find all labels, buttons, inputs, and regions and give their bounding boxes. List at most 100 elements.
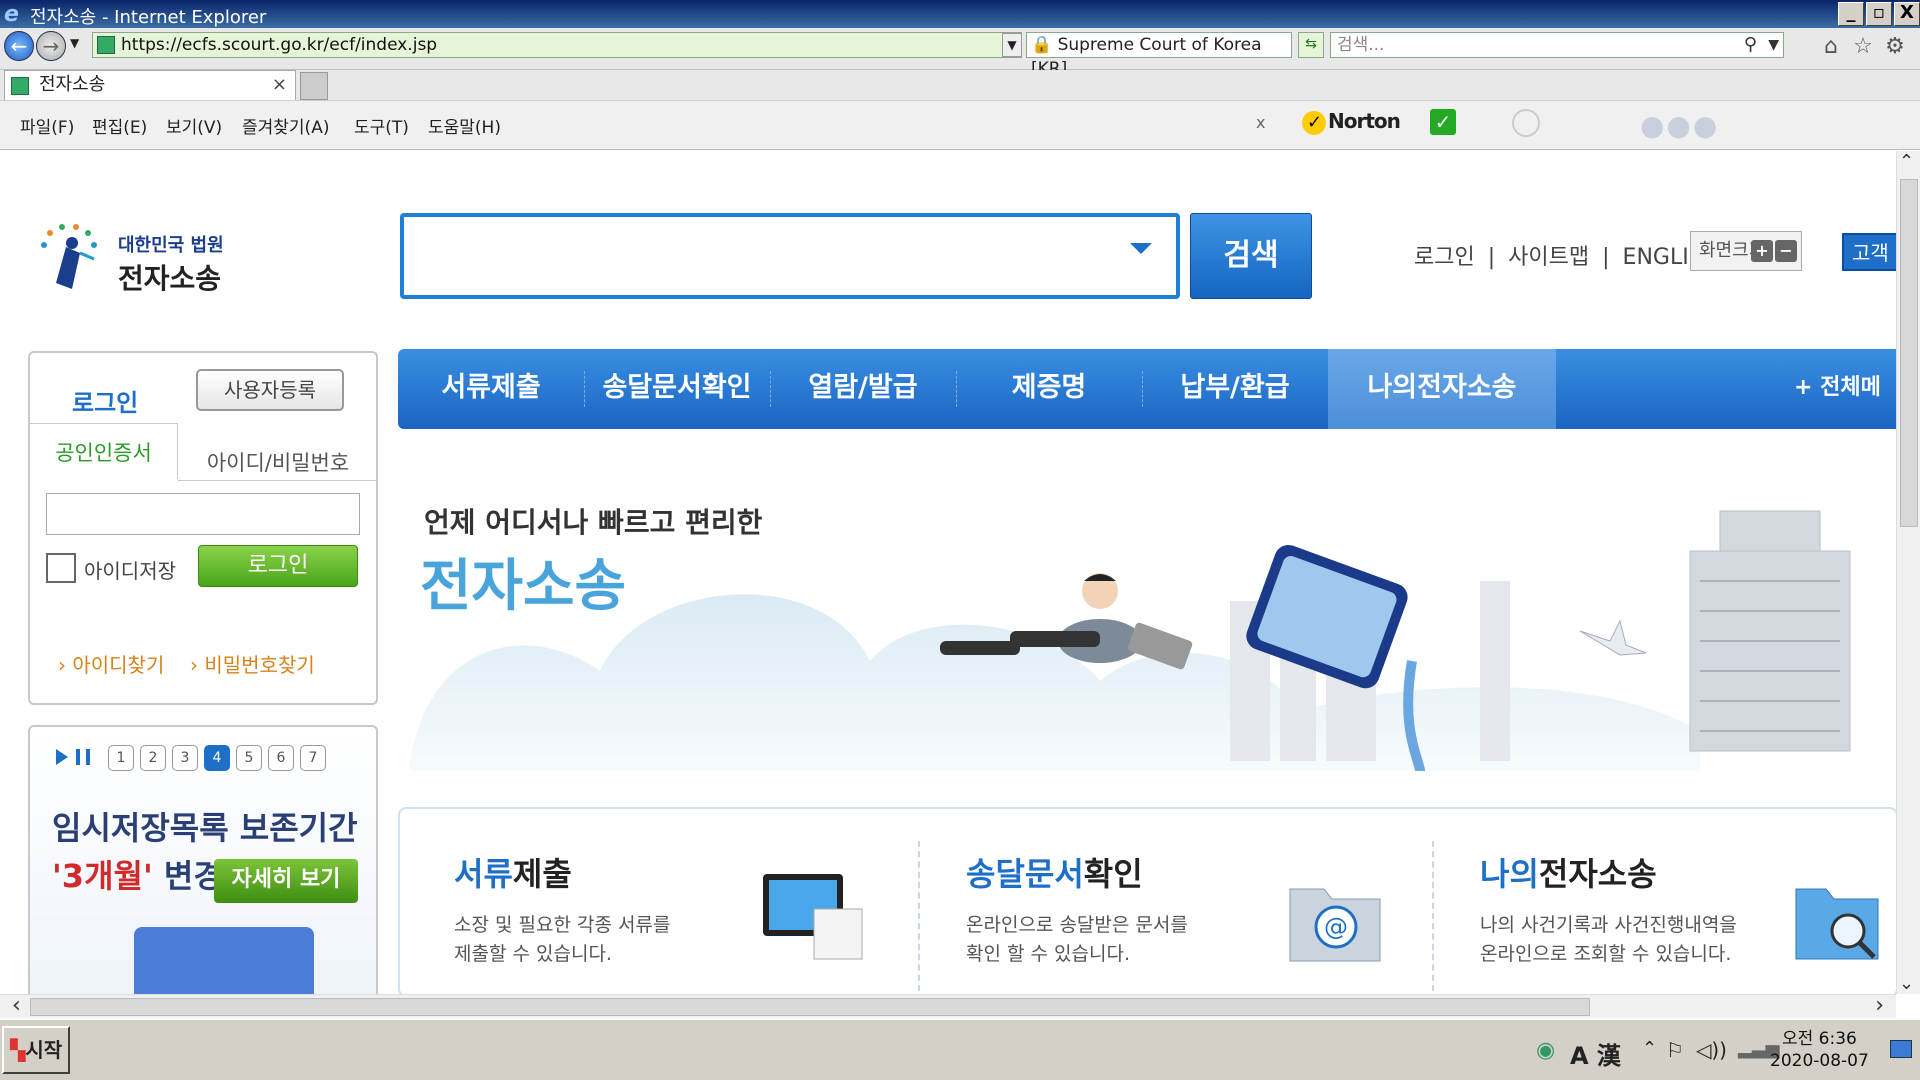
notice-highlight: '3개월': [52, 857, 153, 895]
login-button[interactable]: 로그인: [198, 545, 358, 587]
tab-close-icon[interactable]: ×: [272, 71, 287, 99]
search-button[interactable]: 검색: [1190, 213, 1312, 299]
card-separator: [918, 841, 920, 991]
more-options-icon[interactable]: ●●●: [1640, 109, 1719, 142]
scroll-up-icon[interactable]: ⌃: [1899, 151, 1914, 172]
scroll-down-icon[interactable]: ⌄: [1899, 973, 1914, 994]
service-cards: 서류제출 소장 및 필요한 각종 서류를 제출할 수 있습니다. 송달문서확인 …: [398, 807, 1896, 994]
flag-icon[interactable]: ⚐: [1666, 1038, 1684, 1062]
volume-icon[interactable]: ◁)): [1696, 1038, 1727, 1062]
new-tab-button[interactable]: [300, 72, 328, 100]
login-link[interactable]: 로그인: [1414, 245, 1475, 270]
search-dropdown-icon[interactable]: [1130, 243, 1152, 254]
refresh-icon[interactable]: ⇆: [1298, 32, 1324, 58]
notice-page[interactable]: 6: [268, 745, 294, 771]
menu-tools[interactable]: 도구(T): [354, 113, 409, 138]
browser-search-placeholder: 검색...: [1337, 35, 1385, 55]
card-title[interactable]: 나의전자소송: [1480, 849, 1657, 895]
security-certificate[interactable]: 🔒 Supreme Court of Korea [KR]: [1026, 32, 1292, 79]
card-title[interactable]: 송달문서확인: [966, 849, 1143, 895]
clock[interactable]: 오전 6:36 2020-08-07: [1770, 1028, 1869, 1072]
network-globe-icon[interactable]: ◉: [1536, 1038, 1555, 1063]
notice-illustration: [134, 927, 314, 994]
menu-favorites[interactable]: 즐겨찾기(A): [242, 113, 329, 138]
url-dropdown-icon[interactable]: ▼: [1002, 33, 1022, 57]
tab-id-password[interactable]: 아이디/비밀번호: [178, 449, 378, 481]
norton-toolbar[interactable]: ✓ Norton: [1302, 109, 1401, 135]
scroll-left-icon[interactable]: ‹: [12, 993, 21, 1018]
url-text: https://ecfs.scourt.go.kr/ecf/index.jsp: [121, 35, 438, 55]
tab-label: 전자소송: [39, 74, 106, 95]
card-title[interactable]: 서류제출: [454, 849, 572, 895]
url-input[interactable]: https://ecfs.scourt.go.kr/ecf/index.jsp: [92, 32, 1022, 58]
signup-button[interactable]: 사용자등록: [196, 369, 344, 411]
save-id-checkbox[interactable]: [46, 553, 76, 583]
pause-icon[interactable]: [76, 749, 90, 765]
nav-my-ecourt[interactable]: 나의전자소송: [1328, 349, 1556, 429]
restore-button[interactable]: ▫: [1866, 2, 1892, 26]
nav-delivery-check[interactable]: 송달문서확인: [584, 349, 770, 429]
vertical-scrollbar[interactable]: ⌃ ⌄: [1896, 151, 1920, 994]
safe-check-icon[interactable]: ✓: [1430, 109, 1456, 135]
find-id-link[interactable]: › 아이디찾기: [58, 649, 164, 678]
notice-page[interactable]: 5: [236, 745, 262, 771]
tab-certificate[interactable]: 공인인증서: [30, 423, 178, 479]
minimize-button[interactable]: _: [1838, 2, 1864, 26]
certificate-input[interactable]: [46, 493, 360, 535]
hero-banner: 언제 어디서나 빠르고 편리한 전자소송: [400, 431, 1896, 771]
card-title-rest: 전자소송: [1538, 855, 1657, 893]
notice-page[interactable]: 3: [172, 745, 198, 771]
horizontal-scroll-thumb[interactable]: [30, 998, 1590, 1016]
notice-page-active[interactable]: 4: [204, 745, 230, 771]
customer-center-button[interactable]: 고객지: [1842, 233, 1896, 301]
history-dropdown-icon[interactable]: ▼: [70, 36, 79, 50]
scroll-right-icon[interactable]: ›: [1875, 993, 1884, 1018]
forward-button[interactable]: →: [36, 31, 66, 61]
court-logo[interactable]: 대한민국 법원 전자소송: [36, 223, 246, 303]
windows-logo-icon: ▚: [10, 1038, 26, 1062]
identity-safe-icon[interactable]: [1512, 109, 1540, 137]
link-divider: |: [1487, 245, 1496, 270]
notice-banner: 1 2 3 4 5 6 7 임시저장목록 보존기간 '3개월' 변경 자세히 보…: [28, 725, 378, 994]
nav-all-menu[interactable]: + 전체메뉴: [1794, 349, 1896, 478]
browser-tab[interactable]: 전자소송 ×: [4, 70, 296, 100]
start-button[interactable]: ▚시작: [2, 1026, 70, 1074]
notice-more-button[interactable]: 자세히 보기: [214, 859, 358, 903]
search-dropdown-icon[interactable]: ▼: [1768, 33, 1779, 57]
close-button[interactable]: X: [1894, 2, 1920, 26]
card-title-highlight: 서류: [454, 855, 513, 893]
show-desktop-icon[interactable]: [1890, 1040, 1912, 1058]
zoom-control: 화면크기 + −: [1690, 231, 1802, 271]
gear-icon[interactable]: ⚙: [1882, 34, 1908, 60]
notice-page[interactable]: 2: [140, 745, 166, 771]
norton-toolbar-close[interactable]: x: [1256, 113, 1265, 132]
browser-search-input[interactable]: 검색... ⚲ ▼: [1330, 32, 1784, 58]
notice-page[interactable]: 1: [108, 745, 134, 771]
nav-certificates[interactable]: 제증명: [956, 349, 1142, 429]
site-search-input[interactable]: [400, 213, 1180, 299]
tray-expand-icon[interactable]: ⌃: [1642, 1038, 1657, 1059]
nav-document-submit[interactable]: 서류제출: [398, 349, 584, 429]
nav-payment-refund[interactable]: 납부/환급: [1142, 349, 1328, 429]
horizontal-scrollbar[interactable]: ‹ ›: [0, 993, 1896, 1018]
menu-file[interactable]: 파일(F): [20, 113, 74, 138]
sitemap-link[interactable]: 사이트맵: [1508, 245, 1589, 270]
find-password-link[interactable]: › 비밀번호찾기: [190, 649, 315, 678]
lock-icon: 🔒: [1031, 35, 1053, 55]
menu-help[interactable]: 도움말(H): [428, 113, 501, 138]
home-icon[interactable]: ⌂: [1818, 34, 1844, 60]
notice-page[interactable]: 7: [300, 745, 326, 771]
login-panel: 로그인 사용자등록 공인인증서 아이디/비밀번호 아이디저장 로그인 › 아이디…: [28, 351, 378, 705]
zoom-in-button[interactable]: +: [1751, 240, 1773, 262]
search-icon[interactable]: ⚲: [1744, 33, 1757, 57]
logo-title: 전자소송: [118, 262, 222, 295]
menu-view[interactable]: 보기(V): [166, 113, 222, 138]
zoom-out-button[interactable]: −: [1775, 240, 1797, 262]
back-button[interactable]: ←: [4, 31, 34, 61]
ime-indicator[interactable]: A 漢: [1570, 1036, 1621, 1071]
menu-edit[interactable]: 편집(E): [92, 113, 147, 138]
nav-view-issue[interactable]: 열람/발급: [770, 349, 956, 429]
play-icon[interactable]: [56, 749, 68, 765]
vertical-scroll-thumb[interactable]: [1900, 179, 1918, 527]
favorites-star-icon[interactable]: ☆: [1850, 34, 1876, 60]
